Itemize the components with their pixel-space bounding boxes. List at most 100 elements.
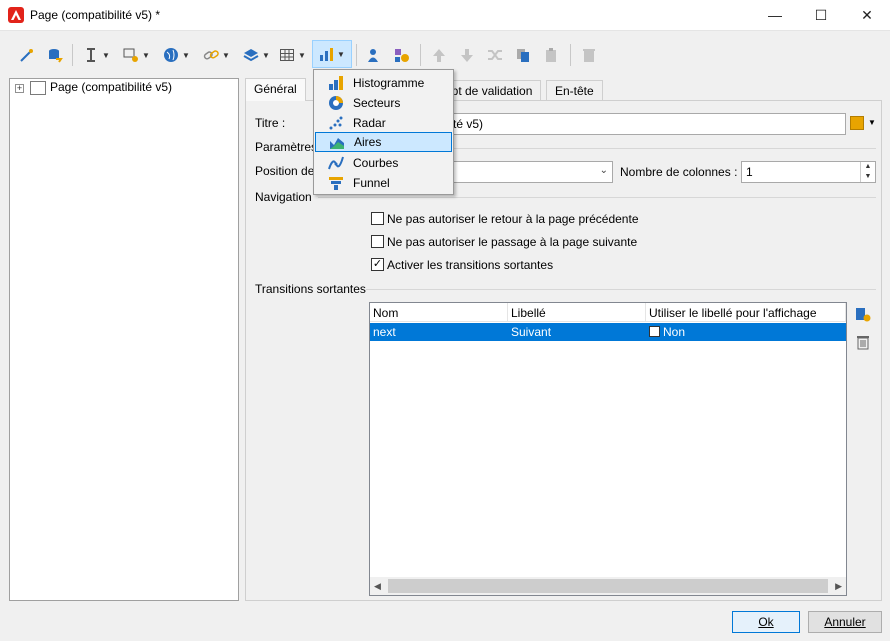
funnel-icon <box>327 174 345 192</box>
radar-icon <box>327 114 345 132</box>
trash-icon[interactable] <box>855 334 873 352</box>
chevron-down-icon: ⌄ <box>599 165 608 176</box>
chevron-down-icon: ▼ <box>222 50 230 60</box>
tree-root-label[interactable]: Page (compatibilité v5) <box>50 80 172 94</box>
copy-icon <box>514 46 532 64</box>
tree-expand-icon[interactable]: + <box>15 84 24 93</box>
row-use-label-cell: Non <box>663 325 686 339</box>
menu-item-funnel[interactable]: Funnel <box>315 173 452 193</box>
histogram-icon <box>327 74 345 92</box>
text-cursor-icon <box>82 46 100 64</box>
toolbar-shapes-button[interactable] <box>392 44 410 66</box>
menu-item-label: Courbes <box>353 156 399 170</box>
chevron-down-icon[interactable]: ▼ <box>868 118 876 127</box>
shuffle-icon <box>486 46 504 64</box>
columns-label: Nombre de colonnes : <box>620 165 738 179</box>
tab-general[interactable]: Général <box>245 78 306 101</box>
minimize-button[interactable]: — <box>752 0 798 31</box>
tab-header[interactable]: En-tête <box>546 80 603 101</box>
delete-button[interactable] <box>580 44 598 66</box>
link-icon <box>202 46 220 64</box>
pie-icon <box>327 94 345 112</box>
chevron-down-icon: ▼ <box>262 50 270 60</box>
column-header-label[interactable]: Libellé <box>508 303 646 322</box>
title-editor-icon[interactable] <box>850 116 864 130</box>
column-header-name[interactable]: Nom <box>370 303 508 322</box>
scrollbar-thumb[interactable] <box>388 579 828 593</box>
chevron-down-icon: ▼ <box>337 49 345 59</box>
shuffle-button[interactable] <box>486 44 504 66</box>
toolbar-web-button[interactable]: ▼ <box>162 44 190 66</box>
scroll-left-icon[interactable]: ◀ <box>374 581 381 592</box>
menu-item-area[interactable]: Aires <box>315 132 452 152</box>
menu-item-label: Funnel <box>353 176 390 190</box>
params-section-label: Paramètres <box>255 140 318 154</box>
checkbox-no-next-label: Ne pas autoriser le passage à la page su… <box>387 235 638 249</box>
copy-button[interactable] <box>514 44 532 66</box>
chevron-down-icon: ▼ <box>182 50 190 60</box>
structure-tree[interactable]: + Page (compatibilité v5) <box>9 78 239 601</box>
row-use-label-checkbox[interactable] <box>649 326 660 337</box>
chart-type-menu: Histogramme Secteurs Radar Aires Courbes… <box>313 69 454 195</box>
checkbox-no-back[interactable] <box>371 212 384 225</box>
table-row[interactable]: next Suivant Non <box>370 323 846 341</box>
toolbar-input-button[interactable]: ▼ <box>122 44 150 66</box>
toolbar-wizard-button[interactable] <box>18 44 36 66</box>
menu-item-label: Histogramme <box>353 76 425 90</box>
curves-icon <box>327 154 345 172</box>
checkbox-no-next[interactable] <box>371 235 384 248</box>
title-input[interactable]: ilité v5) <box>440 113 846 135</box>
transitions-table[interactable]: Nom Libellé Utiliser le libellé pour l'a… <box>369 302 847 596</box>
cancel-button-label: Annuler <box>824 615 866 629</box>
toolbar-text-button[interactable]: ▼ <box>82 44 110 66</box>
minimize-icon: — <box>768 7 782 23</box>
toolbar-datasource-button[interactable] <box>46 44 64 66</box>
clipboard-icon <box>542 46 560 64</box>
close-button[interactable]: ✕ <box>844 0 890 31</box>
toolbar: ▼ ▼ ▼ ▼ ▼ ▼ ▼ <box>10 38 884 70</box>
chevron-down-icon: ▼ <box>102 50 110 60</box>
horizontal-scrollbar[interactable]: ◀ ▶ <box>370 577 846 595</box>
toolbar-user-button[interactable] <box>364 44 382 66</box>
trash-icon <box>580 46 598 64</box>
toolbar-container-button[interactable]: ▼ <box>242 44 270 66</box>
scroll-right-icon[interactable]: ▶ <box>835 581 842 592</box>
row-name-cell: next <box>373 325 396 339</box>
add-transition-icon[interactable] <box>855 306 873 324</box>
menu-item-radar[interactable]: Radar <box>315 113 452 133</box>
maximize-icon: ☐ <box>814 7 828 23</box>
move-up-button[interactable] <box>430 44 448 66</box>
globe-icon <box>162 46 180 64</box>
transitions-section-label: Transitions sortantes <box>255 282 366 296</box>
checkbox-transitions[interactable]: ✓ <box>371 258 384 271</box>
transitions-divider <box>366 289 876 290</box>
toolbar-chart-button[interactable]: ▼ <box>312 40 352 68</box>
row-label-cell: Suivant <box>511 325 552 339</box>
menu-item-pie[interactable]: Secteurs <box>315 93 452 113</box>
position-select[interactable]: ⌄ <box>440 161 613 183</box>
layers-icon <box>242 46 260 64</box>
toolbar-link-button[interactable]: ▼ <box>202 44 230 66</box>
columns-stepper[interactable]: ▲ ▼ <box>860 162 875 182</box>
columns-input[interactable]: 1 <box>741 161 876 183</box>
paste-button[interactable] <box>542 44 560 66</box>
maximize-button[interactable]: ☐ <box>798 0 844 31</box>
ok-button[interactable]: Ok <box>732 611 800 633</box>
grid-icon <box>278 46 296 64</box>
chevron-down-icon: ▼ <box>298 50 306 60</box>
magic-wand-icon <box>18 46 36 64</box>
database-icon <box>46 46 64 64</box>
page-icon <box>30 81 46 95</box>
title-label: Titre : <box>255 116 286 130</box>
checkbox-transitions-label: Activer les transitions sortantes <box>387 258 554 272</box>
shapes-icon <box>392 46 410 64</box>
menu-item-histogram[interactable]: Histogramme <box>315 73 452 93</box>
menu-item-curves[interactable]: Courbes <box>315 153 452 173</box>
menu-item-label: Secteurs <box>353 96 401 110</box>
move-down-button[interactable] <box>458 44 476 66</box>
cancel-button[interactable]: Annuler <box>808 611 882 633</box>
navigation-divider <box>318 197 876 198</box>
column-header-use-label[interactable]: Utiliser le libellé pour l'affichage <box>646 303 846 322</box>
toolbar-separator <box>72 44 73 66</box>
toolbar-table-button[interactable]: ▼ <box>278 44 306 66</box>
